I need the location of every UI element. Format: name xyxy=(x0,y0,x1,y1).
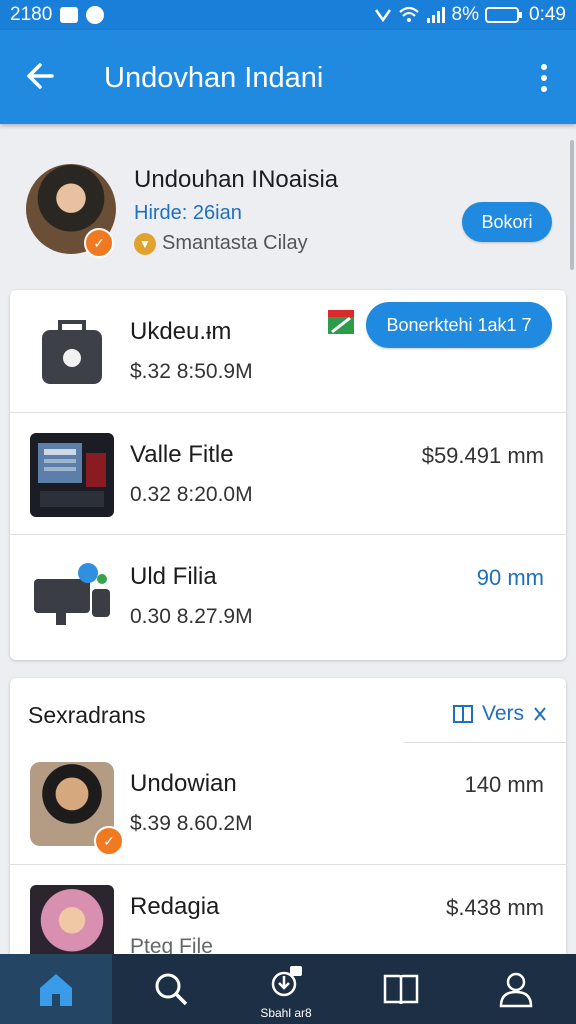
list-item[interactable]: Ukdeu.ᵻm $.32 8:50.9M xyxy=(10,290,566,412)
battery-percent: 8% xyxy=(451,4,480,25)
cell-bars-icon xyxy=(426,7,445,23)
file-size: $59.491 mm xyxy=(421,443,544,468)
item-size: $.438 mm xyxy=(446,895,544,920)
status-time-left: 2180 xyxy=(10,4,53,25)
file-title: Valle Fitle xyxy=(130,441,234,468)
profile-name: Undouhan INoaisia xyxy=(134,166,339,193)
file-detail: 0.30 8.27.9M xyxy=(130,605,253,628)
file-title: Ukdeu.ᵻm xyxy=(130,318,232,345)
profile-meta: ▼ Smantasta Cilay xyxy=(134,232,308,255)
device-icon xyxy=(30,555,114,639)
nav-home[interactable] xyxy=(0,954,112,1024)
section-link-label: Vers xyxy=(481,702,524,725)
battery-icon xyxy=(485,7,523,23)
list-item[interactable]: Uld Filia 0.30 8.27.9M 90 mm xyxy=(10,534,566,657)
profile-subtitle: Hirde: 26ian xyxy=(134,202,242,224)
video-thumbnail-icon xyxy=(30,433,114,517)
section-title: Sexradrans xyxy=(28,702,146,728)
item-title: Undowian xyxy=(130,770,237,797)
download-icon xyxy=(271,966,302,997)
nav-search[interactable] xyxy=(115,954,227,1024)
nav-profile[interactable] xyxy=(460,954,572,1024)
gallery-notification-icon xyxy=(60,7,79,23)
book-icon xyxy=(383,974,419,1005)
bottom-nav: Sbahl ar8 xyxy=(0,954,576,1024)
files-card: Bonerktehi 1ak1 7 Ukdeu.ᵻm $.32 8:50.9M … xyxy=(10,290,566,660)
app-bar: Undovhan Indani xyxy=(0,30,576,124)
profile-header: ✓ Undouhan INoaisia Hirde: 26ian ▼ Smant… xyxy=(0,124,576,284)
search-icon xyxy=(155,973,188,1006)
signal-icon xyxy=(374,9,391,23)
nav-downloads-label: Sbahl ar8 xyxy=(260,1006,312,1020)
section-header: Sexradrans Vers xyxy=(10,678,566,748)
file-detail: $.32 8:50.9M xyxy=(130,360,253,383)
file-title: Uld Filia xyxy=(130,563,217,590)
verified-badge-icon: ✓ xyxy=(94,826,124,856)
home-icon xyxy=(40,974,72,1006)
more-vert-icon[interactable] xyxy=(534,60,554,96)
item-detail: $.39 8.60.2M xyxy=(130,812,253,835)
list-item[interactable]: Valle Fitle 0.32 8:20.0M $59.491 mm xyxy=(10,412,566,535)
item-title: Redagia xyxy=(130,893,220,920)
briefcase-icon xyxy=(30,310,114,394)
arrow-left-icon[interactable] xyxy=(22,58,58,94)
media-notification-icon xyxy=(86,6,105,24)
file-size: 90 mm xyxy=(476,565,544,590)
nav-library[interactable] xyxy=(345,954,457,1024)
section-link[interactable]: Vers xyxy=(452,702,548,726)
columns-icon xyxy=(452,705,473,723)
nav-downloads[interactable]: Sbahl ar8 xyxy=(230,954,342,1024)
item-size: 140 mm xyxy=(464,772,544,797)
verified-badge-icon: ✓ xyxy=(84,228,114,258)
status-clock: 0:49 xyxy=(529,4,566,25)
section-card: Sexradrans Vers ✓ Undowian $.39 8.60.2M … xyxy=(10,678,566,969)
file-detail: 0.32 8:20.0M xyxy=(130,483,253,506)
shield-icon: ▼ xyxy=(134,232,156,255)
profile-meta-text: Smantasta Cilay xyxy=(162,232,308,254)
list-item[interactable]: ✓ Undowian $.39 8.60.2M 140 mm xyxy=(10,742,566,864)
profile-action-button[interactable]: Bokori xyxy=(462,202,552,242)
page-title: Undovhan Indani xyxy=(104,62,324,94)
profile-icon xyxy=(499,972,533,1008)
wifi-icon xyxy=(398,6,419,22)
close-icon xyxy=(534,707,546,721)
status-bar: 2180 8% 0:49 xyxy=(0,0,576,30)
